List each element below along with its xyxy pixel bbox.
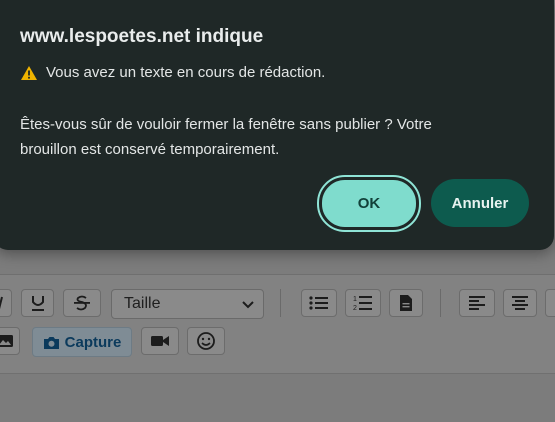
underline-button[interactable] (21, 289, 54, 317)
document-button[interactable] (389, 289, 423, 317)
camera-icon (43, 336, 59, 349)
align-right-button[interactable] (545, 289, 555, 317)
font-size-select[interactable]: Taille (111, 289, 264, 319)
document-icon (400, 295, 412, 311)
dialog-message: Êtes-vous sûr de vouloir fermer la fenêt… (20, 116, 432, 158)
chevron-down-icon (242, 301, 254, 309)
align-left-button[interactable] (459, 289, 495, 317)
warning-icon (21, 65, 37, 80)
capture-button-label: Capture (64, 333, 122, 351)
smiley-icon (197, 332, 215, 350)
align-center-button[interactable] (503, 289, 537, 317)
underline-icon (31, 296, 44, 311)
align-left-icon (469, 296, 485, 310)
italic-button[interactable] (0, 289, 12, 317)
svg-text:1: 1 (353, 296, 357, 303)
video-button[interactable] (141, 327, 179, 355)
strikethrough-icon (74, 295, 90, 311)
emoji-button[interactable] (187, 327, 225, 355)
dialog-title: www.lespoetes.net indique (20, 26, 264, 47)
numbered-list-button[interactable]: 12 (345, 289, 381, 317)
toolbar-divider (280, 289, 281, 317)
confirm-dialog: www.lespoetes.net indique Vous avez un t… (0, 0, 554, 250)
numbered-list-icon: 12 (353, 296, 372, 312)
italic-icon (0, 296, 3, 310)
strikethrough-button[interactable] (63, 289, 101, 317)
font-size-select-value: Taille (124, 295, 161, 312)
bullet-list-icon (309, 296, 328, 310)
image-button[interactable] (0, 327, 20, 355)
ok-button[interactable]: OK (317, 175, 421, 232)
dialog-warning-text: Vous avez un texte en cours de rédaction… (46, 64, 326, 81)
cancel-button[interactable]: Annuler (431, 179, 529, 227)
image-icon (0, 335, 13, 347)
bullet-list-button[interactable] (301, 289, 337, 317)
align-center-icon (512, 296, 528, 310)
svg-text:2: 2 (353, 305, 357, 312)
capture-button[interactable]: Capture (32, 327, 132, 357)
toolbar-divider (440, 289, 441, 317)
video-camera-icon (151, 336, 169, 346)
dialog-warning-line: Vous avez un texte en cours de rédaction… (20, 64, 325, 81)
